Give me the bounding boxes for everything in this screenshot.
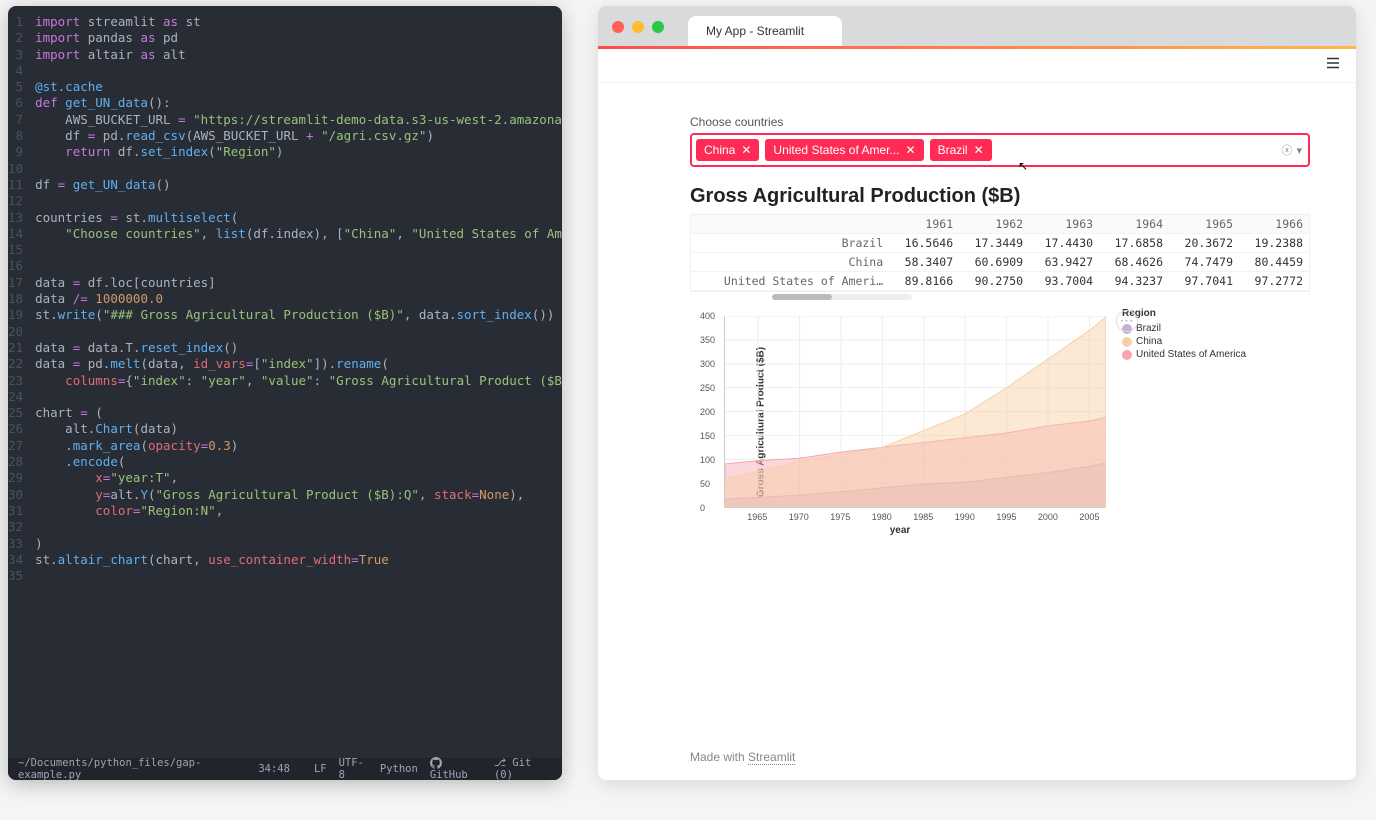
- table-col-header: 1961: [889, 215, 959, 234]
- chart-ytick: 0: [700, 503, 705, 513]
- multiselect-chip[interactable]: United States of Amer...✕: [765, 139, 923, 161]
- chart-menu-icon[interactable]: ⋯: [1116, 310, 1138, 332]
- chart-xtick: 2000: [1038, 512, 1058, 522]
- status-cursor: 34:48: [258, 763, 290, 775]
- multiselect-chip[interactable]: China✕: [696, 139, 759, 161]
- chart-ytick: 50: [700, 479, 710, 489]
- chart-xtick: 1985: [913, 512, 933, 522]
- mouse-cursor-icon: ↖: [1018, 159, 1028, 173]
- chart-legend: Region Brazil China United States of Ameri…: [1122, 308, 1246, 536]
- table-row[interactable]: China58.340760.690963.942768.462674.7479…: [691, 253, 1309, 272]
- multiselect-clear-icon[interactable]: ⓧ: [1281, 142, 1292, 158]
- status-filepath: ~/Documents/python_files/gap-example.py: [18, 757, 246, 780]
- table-col-header: 1964: [1099, 215, 1169, 234]
- editor-statusbar: ~/Documents/python_files/gap-example.py …: [8, 758, 562, 780]
- chart-xtick: 1990: [955, 512, 975, 522]
- chart-xlabel: year: [890, 525, 911, 536]
- line-number-gutter: 1 2 3 4 5 6 7 8 9 10 11 12 13 14 15 16 1…: [8, 10, 31, 758]
- window-controls: [612, 21, 664, 33]
- code-editor: 1 2 3 4 5 6 7 8 9 10 11 12 13 14 15 16 1…: [8, 6, 562, 780]
- countries-multiselect[interactable]: China✕ United States of Amer...✕ Brazil✕ ⓧ…: [690, 133, 1310, 167]
- table-col-header: 1963: [1029, 215, 1099, 234]
- chart-ytick: 100: [700, 455, 715, 465]
- browser-window: My App - Streamlit Choose countries Chin…: [598, 6, 1356, 780]
- app-topbar: [598, 49, 1356, 83]
- status-line-ending[interactable]: LF: [314, 763, 327, 775]
- section-heading: Gross Agricultural Production ($B): [690, 185, 1310, 208]
- status-github[interactable]: GitHub: [430, 757, 482, 780]
- footer-link[interactable]: Streamlit: [748, 750, 795, 765]
- table-col-header: 1965: [1169, 215, 1239, 234]
- browser-tabbar: My App - Streamlit: [598, 6, 1356, 46]
- chart-xtick: 1965: [747, 512, 767, 522]
- chart-xtick: 1995: [996, 512, 1016, 522]
- chart-ytick: 400: [700, 311, 715, 321]
- status-language[interactable]: Python: [380, 763, 418, 775]
- chart-ytick: 200: [700, 407, 715, 417]
- table-scrollbar[interactable]: [772, 294, 912, 300]
- table-col-header: 1966: [1239, 215, 1309, 234]
- close-window-icon[interactable]: [612, 21, 624, 33]
- multiselect-chip[interactable]: Brazil✕: [930, 139, 992, 161]
- legend-item: United States of America: [1122, 349, 1246, 360]
- status-encoding[interactable]: UTF-8: [339, 757, 368, 780]
- status-git[interactable]: ⎇ Git (0): [494, 757, 552, 780]
- maximize-window-icon[interactable]: [652, 21, 664, 33]
- table-row[interactable]: Brazil16.564617.344917.443017.685820.367…: [691, 234, 1309, 253]
- table-col-header: 1962: [959, 215, 1029, 234]
- chart-xtick: 1980: [872, 512, 892, 522]
- chart-ytick: 300: [700, 359, 715, 369]
- chart-xtick: 2005: [1079, 512, 1099, 522]
- chart-xtick: 1970: [789, 512, 809, 522]
- chart-ytick: 150: [700, 431, 715, 441]
- chip-remove-icon[interactable]: ✕: [741, 143, 751, 157]
- chart-ytick: 250: [700, 383, 715, 393]
- chart-xtick: 1975: [830, 512, 850, 522]
- area-chart[interactable]: Gross Agricultural Product ($B) year ⋯ 0…: [690, 308, 1110, 536]
- tab-title: My App - Streamlit: [706, 24, 804, 38]
- data-table[interactable]: 196119621963196419651966Brazil16.564617.…: [690, 214, 1310, 292]
- multiselect-caret-icon[interactable]: ▾: [1296, 144, 1302, 157]
- browser-tab[interactable]: My App - Streamlit: [688, 16, 842, 46]
- chip-remove-icon[interactable]: ✕: [906, 143, 916, 157]
- legend-item: Brazil: [1122, 323, 1246, 334]
- legend-title: Region: [1122, 308, 1246, 319]
- multiselect-label: Choose countries: [690, 115, 1310, 129]
- chart-ytick: 350: [700, 335, 715, 345]
- code-content[interactable]: import streamlit as st import pandas as …: [31, 10, 562, 758]
- chip-remove-icon[interactable]: ✕: [974, 143, 984, 157]
- minimize-window-icon[interactable]: [632, 21, 644, 33]
- table-row[interactable]: United States of Ameri…89.816690.275093.…: [691, 272, 1309, 291]
- hamburger-menu-icon[interactable]: [1324, 54, 1342, 77]
- app-footer: Made with Streamlit: [690, 750, 795, 764]
- legend-item: China: [1122, 336, 1246, 347]
